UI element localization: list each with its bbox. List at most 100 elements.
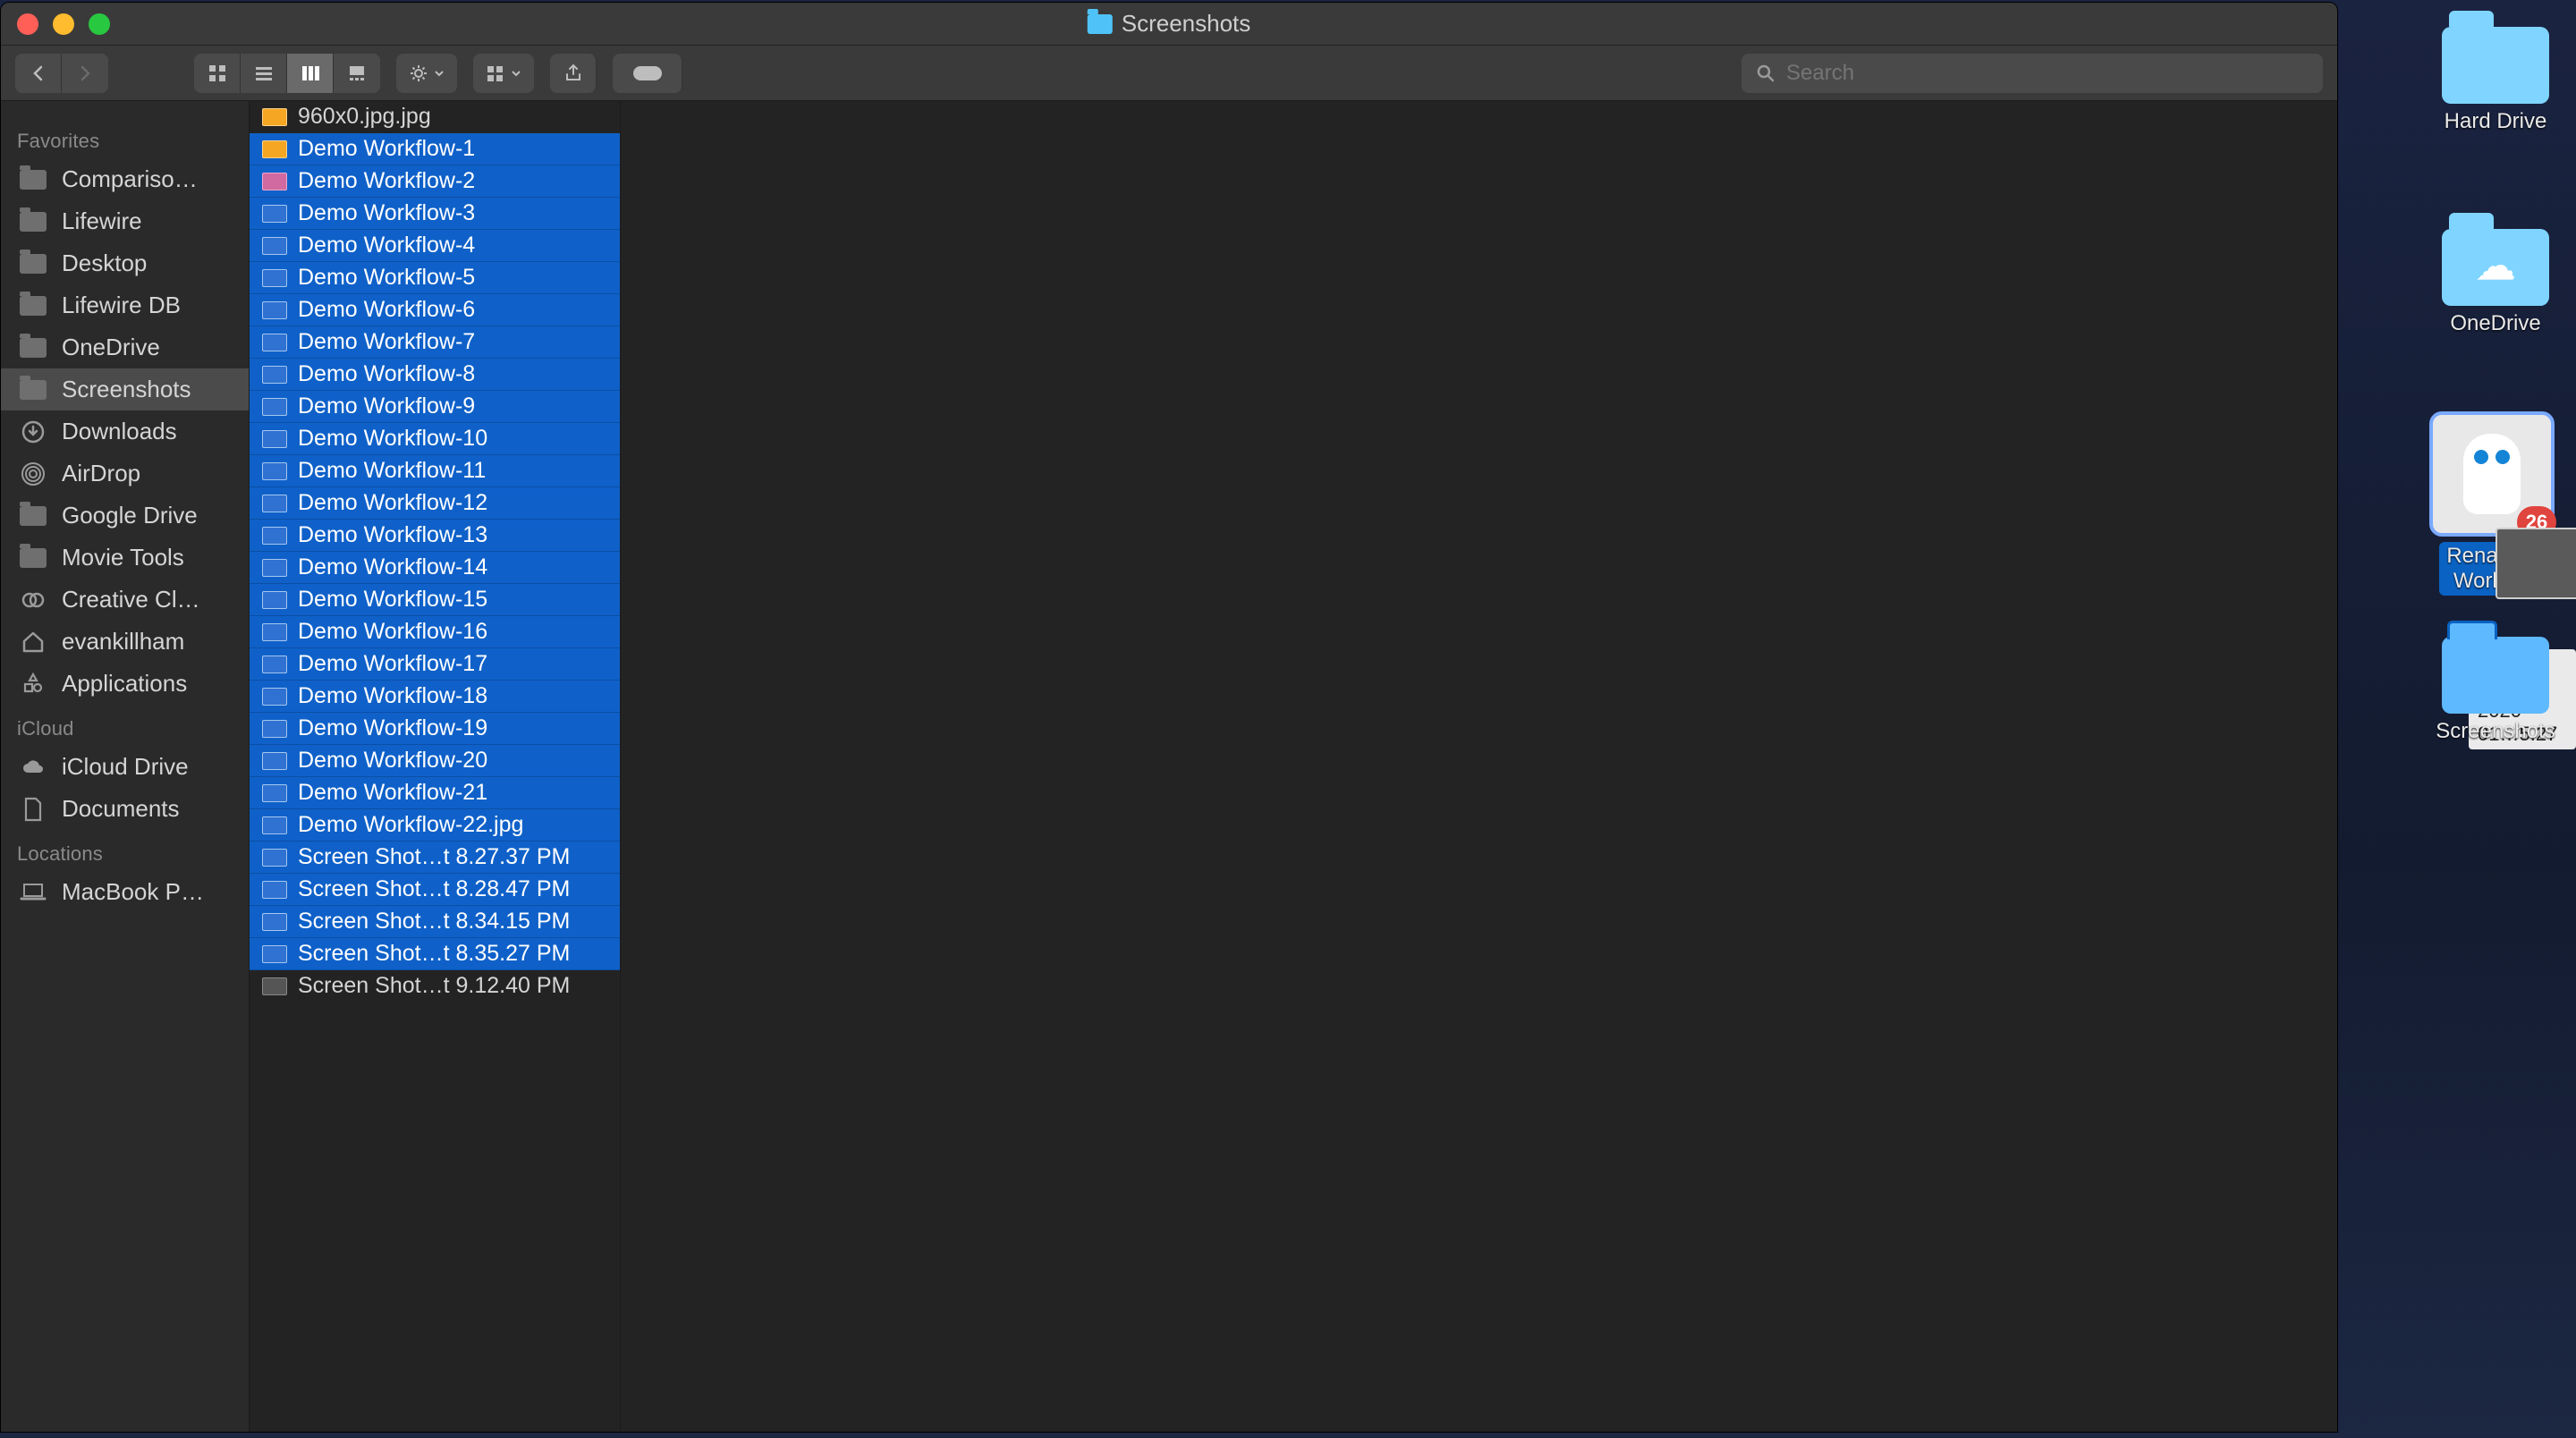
gallery-view-button[interactable] [334,54,380,93]
downloads-icon [17,419,49,444]
desktop-screenshots-folder[interactable]: Screenshots [2415,637,2576,744]
file-list-column[interactable]: 960x0.jpg.jpgDemo Workflow-1Demo Workflo… [250,101,621,1432]
file-row[interactable]: Demo Workflow-22.jpg [250,809,620,842]
sidebar-item[interactable]: Creative Cl… [1,579,249,621]
search-input[interactable] [1786,61,2309,86]
file-row[interactable]: Demo Workflow-15 [250,584,620,616]
file-thumbnail-icon [262,752,287,770]
file-thumbnail-icon [262,913,287,931]
group-menu[interactable] [473,54,534,93]
file-row[interactable]: Screen Shot…t 8.34.15 PM [250,906,620,938]
action-menu[interactable] [396,54,457,93]
sidebar-item[interactable]: Compariso… [1,158,249,200]
sidebar-item[interactable]: Downloads [1,410,249,453]
list-view-button[interactable] [241,54,287,93]
sidebar-heading: iCloud [1,705,249,746]
minimize-button[interactable] [53,13,74,35]
sidebar-item[interactable]: Applications [1,663,249,705]
file-name: Screen Shot…t 8.27.37 PM [298,844,570,870]
file-row[interactable]: Demo Workflow-8 [250,359,620,391]
file-name: Screen Shot…t 9.12.40 PM [298,973,570,999]
file-row[interactable]: Demo Workflow-4 [250,230,620,262]
sidebar-item-label: Compariso… [62,165,198,193]
file-row[interactable]: Demo Workflow-21 [250,777,620,809]
file-row[interactable]: Screen Shot…t 8.27.37 PM [250,842,620,874]
file-row[interactable]: Demo Workflow-6 [250,294,620,326]
icon-view-button[interactable] [194,54,241,93]
share-button[interactable] [550,54,597,93]
search-field[interactable] [1741,54,2323,93]
file-thumbnail-icon [262,430,287,448]
file-row[interactable]: Screen Shot…t 9.12.40 PM [250,970,620,1002]
file-row[interactable]: Demo Workflow-16 [250,616,620,648]
folder-icon [17,293,49,318]
back-button[interactable] [15,54,62,93]
folder-icon [17,546,49,571]
window-title-text: Screenshots [1122,10,1251,38]
file-name: Demo Workflow-22.jpg [298,812,523,838]
gear-icon [409,63,428,83]
sidebar-item[interactable]: OneDrive [1,326,249,368]
forward-button[interactable] [62,54,108,93]
file-row[interactable]: Demo Workflow-17 [250,648,620,681]
sidebar-item-label: evankillham [62,628,184,656]
toolbar [1,46,2337,101]
file-row[interactable]: Demo Workflow-1 [250,133,620,165]
maximize-button[interactable] [89,13,110,35]
file-row[interactable]: Demo Workflow-20 [250,745,620,777]
file-row[interactable]: Demo Workflow-14 [250,552,620,584]
file-name: Demo Workflow-18 [298,683,487,709]
sidebar-item-label: Screenshots [62,376,191,403]
tags-button[interactable] [613,54,682,93]
sidebar-item[interactable]: Movie Tools [1,537,249,579]
file-thumbnail-icon [262,462,287,480]
close-button[interactable] [17,13,38,35]
file-row[interactable]: Demo Workflow-18 [250,681,620,713]
file-row[interactable]: Demo Workflow-3 [250,198,620,230]
sidebar-item[interactable]: Lifewire DB [1,284,249,326]
file-row[interactable]: Demo Workflow-2 [250,165,620,198]
file-row[interactable]: Screen Shot…t 8.35.27 PM [250,938,620,970]
sidebar[interactable]: FavoritesCompariso…LifewireDesktopLifewi… [1,101,250,1432]
file-name: Demo Workflow-5 [298,265,475,291]
file-row[interactable]: Demo Workflow-11 [250,455,620,487]
file-thumbnail-icon [262,237,287,255]
share-icon [564,63,583,83]
sidebar-item[interactable]: Documents [1,788,249,830]
chevron-down-icon [511,68,521,79]
file-row[interactable]: Demo Workflow-10 [250,423,620,455]
file-row[interactable]: Demo Workflow-12 [250,487,620,520]
automator-icon: 26 [2429,411,2555,537]
folder-icon [17,335,49,360]
cloud-icon [17,755,49,780]
file-name: Screen Shot…t 8.34.15 PM [298,909,570,935]
desktop-onedrive[interactable]: OneDrive [2415,229,2576,336]
apps-icon [17,672,49,697]
file-row[interactable]: Demo Workflow-9 [250,391,620,423]
sidebar-item[interactable]: Desktop [1,242,249,284]
file-name: Demo Workflow-15 [298,587,487,613]
file-row[interactable]: Demo Workflow-13 [250,520,620,552]
sidebar-item[interactable]: evankillham [1,621,249,663]
file-row[interactable]: Screen Shot…t 8.28.47 PM [250,874,620,906]
file-row[interactable]: Demo Workflow-7 [250,326,620,359]
column-view-button[interactable] [287,54,334,93]
sidebar-item[interactable]: MacBook P… [1,871,249,913]
file-row[interactable]: Demo Workflow-5 [250,262,620,294]
file-thumbnail-icon [262,559,287,577]
file-thumbnail-icon [262,977,287,995]
sidebar-item-label: MacBook P… [62,878,204,906]
file-name: Demo Workflow-3 [298,200,475,226]
titlebar[interactable]: Screenshots [1,3,2337,46]
sidebar-item-label: OneDrive [62,334,160,361]
sidebar-item[interactable]: Screenshots [1,368,249,410]
file-name: Demo Workflow-9 [298,393,475,419]
file-thumbnail-icon [262,688,287,706]
sidebar-item[interactable]: iCloud Drive [1,746,249,788]
sidebar-item[interactable]: Lifewire [1,200,249,242]
file-row[interactable]: 960x0.jpg.jpg [250,101,620,133]
file-row[interactable]: Demo Workflow-19 [250,713,620,745]
sidebar-item[interactable]: Google Drive [1,495,249,537]
desktop-hard-drive[interactable]: Hard Drive [2415,27,2576,134]
sidebar-item[interactable]: AirDrop [1,453,249,495]
